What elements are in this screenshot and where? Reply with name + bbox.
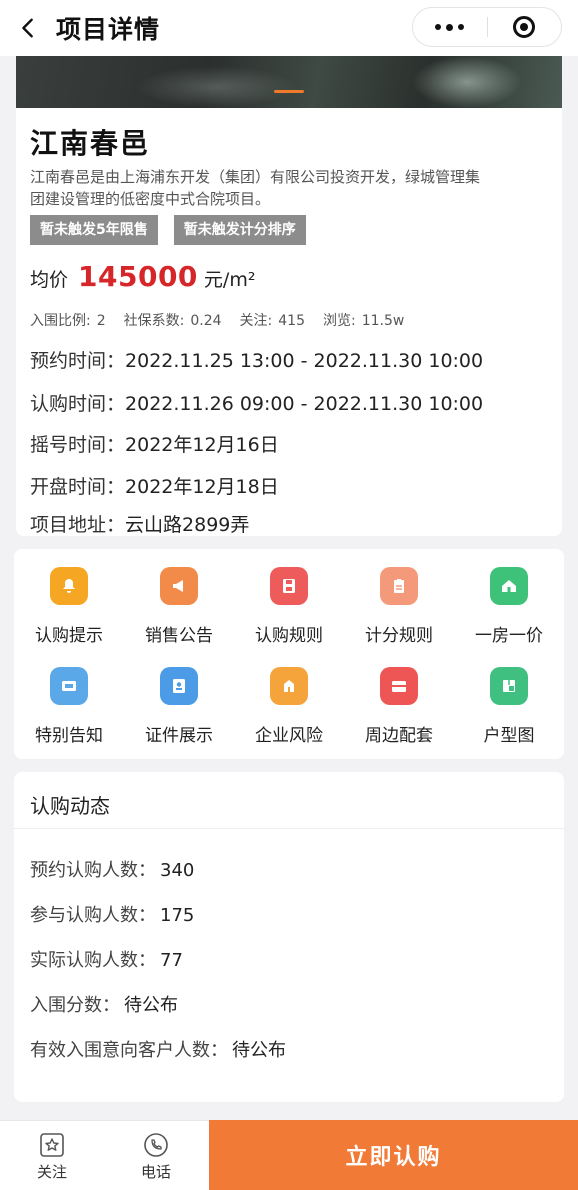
- grid-item-one-room-one-price[interactable]: 一房一价: [454, 561, 564, 651]
- subscription-time: 认购时间：2022.11.26 09:00 - 2022.11.30 10:00: [30, 393, 484, 415]
- more-button[interactable]: [413, 23, 487, 31]
- tag-score-ranking: 暂未触发计分排序: [173, 215, 306, 245]
- stat-follows: 关注: 415: [239, 313, 305, 329]
- floorplan-icon: [490, 667, 528, 705]
- grid-item-scoring-rules[interactable]: 计分规则: [344, 561, 454, 651]
- reservation-time: 预约时间：2022.11.25 13:00 - 2022.11.30 10:00: [30, 350, 484, 372]
- price-unit: 元/m²: [203, 269, 256, 291]
- subscription-dynamics-card: 认购动态 预约认购人数： 340 参与认购人数： 175 实际认购人数： 77 入围分…: [14, 772, 564, 1102]
- opening-time: 开盘时间：2022年12月18日: [30, 476, 279, 498]
- more-dots-icon: [435, 24, 442, 30]
- bell-icon: [50, 567, 88, 605]
- save-icon: [270, 567, 308, 605]
- grid-item-subscription-rules[interactable]: 认购规则: [234, 561, 344, 651]
- actual-count: 实际认购人数： 77: [30, 950, 183, 971]
- project-info-card: 江南春邑 江南春邑是由上海浦东开发（集团）有限公司投资开发，绿城管理集团建设管理…: [16, 108, 562, 536]
- phone-button[interactable]: 电话: [104, 1121, 208, 1190]
- clipboard-icon: [380, 567, 418, 605]
- back-button[interactable]: [0, 0, 56, 56]
- grid-item-enterprise-risk[interactable]: 企业风险: [234, 661, 344, 751]
- qualifying-score: 入围分数： 待公布: [30, 995, 178, 1016]
- stat-ratio: 入围比例: 2: [30, 313, 106, 329]
- nav-bar: 项目详情: [0, 0, 578, 56]
- grid-item-special-notice[interactable]: 特别告知: [14, 661, 124, 751]
- miniprogram-capsule: [412, 7, 562, 47]
- lottery-time: 摇号时间：2022年12月16日: [30, 434, 279, 456]
- subscribe-now-button[interactable]: 立即认购: [209, 1120, 578, 1190]
- grid-item-surroundings[interactable]: 周边配套: [344, 661, 454, 751]
- follow-button[interactable]: 关注: [0, 1121, 104, 1190]
- chevron-left-icon: [22, 18, 33, 38]
- function-grid: 认购提示 销售公告 认购规则 计分规则 一房一价 特别告知 证件展示 企业风险: [14, 561, 564, 751]
- reserved-count: 预约认购人数： 340: [30, 860, 195, 881]
- project-address: 项目地址：云山路2899弄: [30, 514, 250, 536]
- notice-icon: [50, 667, 88, 705]
- project-stats: 入围比例: 2 社保系数: 0.24 关注: 415 浏览: 11.5w: [30, 310, 404, 330]
- project-name: 江南春邑: [30, 127, 151, 160]
- qualified-customer-count: 有效入围意向客户人数： 待公布: [30, 1040, 286, 1061]
- close-miniprogram-button[interactable]: [488, 16, 562, 38]
- stat-social-coef: 社保系数: 0.24: [123, 313, 222, 329]
- building-icon: [270, 667, 308, 705]
- banner-indicator: [274, 90, 304, 93]
- project-banner-image[interactable]: [16, 56, 562, 108]
- function-grid-card: 认购提示 销售公告 认购规则 计分规则 一房一价 特别告知 证件展示 企业风险: [14, 549, 564, 759]
- stat-views: 浏览: 11.5w: [322, 313, 405, 329]
- section-title: 认购动态: [30, 794, 110, 818]
- page-title: 项目详情: [56, 15, 161, 44]
- store-icon: [380, 667, 418, 705]
- price-row: 均价 145000 元/m²: [30, 260, 255, 293]
- price-label: 均价: [30, 269, 69, 291]
- target-icon: [513, 16, 536, 38]
- megaphone-icon: [160, 567, 198, 605]
- project-description: 江南春邑是由上海浦东开发（集团）有限公司投资开发，绿城管理集团建设管理的低密度中…: [30, 168, 481, 208]
- grid-item-floor-plan[interactable]: 户型图: [454, 661, 564, 751]
- grid-item-subscription-tips[interactable]: 认购提示: [14, 561, 124, 651]
- participant-count: 参与认购人数： 175: [30, 905, 195, 926]
- price-value: 145000: [78, 260, 198, 293]
- project-tags: 暂未触发5年限售 暂未触发计分排序: [30, 215, 306, 245]
- star-icon: [40, 1132, 64, 1157]
- phone-icon: [144, 1132, 168, 1157]
- home-icon: [490, 567, 528, 605]
- id-card-icon: [160, 667, 198, 705]
- grid-item-sales-notice[interactable]: 销售公告: [124, 561, 234, 651]
- grid-item-certificates[interactable]: 证件展示: [124, 661, 234, 751]
- tag-resale-limit: 暂未触发5年限售: [30, 215, 158, 245]
